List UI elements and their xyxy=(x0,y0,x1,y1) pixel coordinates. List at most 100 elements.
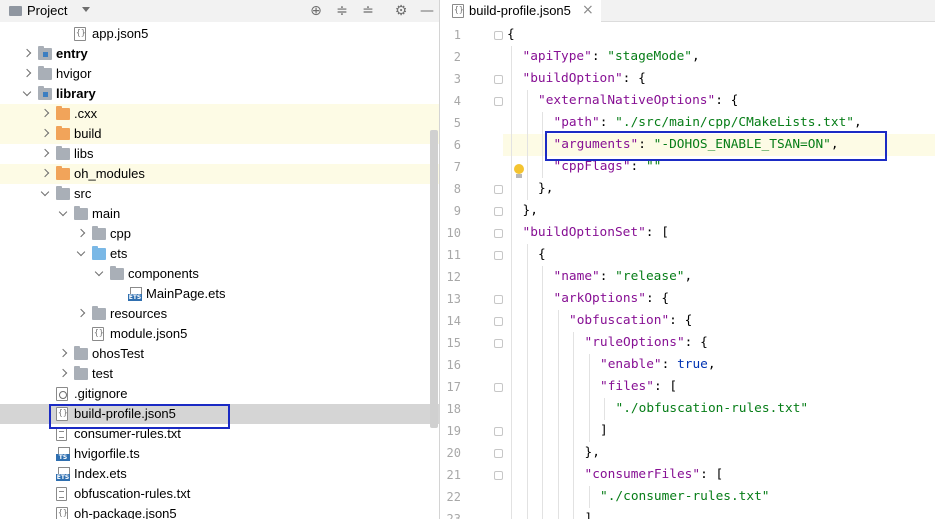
tree-item[interactable]: obfuscation-rules.txt xyxy=(0,484,439,504)
chevron-down-icon[interactable] xyxy=(58,209,68,219)
code-line[interactable]: }, xyxy=(503,178,935,200)
tree-item-label: library xyxy=(56,86,96,101)
chevron-down-icon[interactable] xyxy=(22,89,32,99)
chevron-down-icon[interactable] xyxy=(94,269,104,279)
project-scrollbar[interactable] xyxy=(430,130,438,428)
code-line[interactable]: "buildOptionSet": [ xyxy=(503,222,935,244)
code-line[interactable]: "obfuscation": { xyxy=(503,310,935,332)
folder-icon xyxy=(56,146,70,160)
tree-item[interactable]: oh-package.json5 xyxy=(0,504,439,519)
tree-item[interactable]: src xyxy=(0,184,439,204)
line-number-gutter: 1 2 3 4 5 6 7 8 9 10 11 12 13 14 15 16 17 18 19 20 21 22 23 xyxy=(441,24,524,519)
chevron-right-icon[interactable] xyxy=(58,349,68,359)
fold-marker-icon[interactable] xyxy=(494,97,503,106)
fold-marker-icon[interactable] xyxy=(494,229,503,238)
chevron-right-icon[interactable] xyxy=(40,129,50,139)
tree-item[interactable]: libs xyxy=(0,144,439,164)
tree-item[interactable]: test xyxy=(0,364,439,384)
locate-icon[interactable]: ⊕ xyxy=(307,2,325,20)
tree-item[interactable]: .gitignore xyxy=(0,384,439,404)
tree-item[interactable]: main xyxy=(0,204,439,224)
code-line[interactable]: "files": [ xyxy=(503,376,935,398)
fold-marker-icon[interactable] xyxy=(494,75,503,84)
code-line-content: "consumerFiles": [ xyxy=(585,464,724,486)
fold-marker-icon[interactable] xyxy=(494,295,503,304)
code-line[interactable]: }, xyxy=(503,442,935,464)
code-line[interactable]: "name": "release", xyxy=(503,266,935,288)
tree-item[interactable]: entry xyxy=(0,44,439,64)
chevron-right-icon[interactable] xyxy=(76,309,86,319)
fold-marker-icon[interactable] xyxy=(494,317,503,326)
code-line[interactable]: { xyxy=(503,24,935,46)
tree-item[interactable]: .cxx xyxy=(0,104,439,124)
tree-item[interactable]: ets xyxy=(0,244,439,264)
tree-item[interactable]: cpp xyxy=(0,224,439,244)
folder-icon xyxy=(74,366,88,380)
indent-guide xyxy=(573,398,574,420)
json5-file-icon xyxy=(56,507,68,519)
tree-item-label: build xyxy=(74,126,102,141)
tree-item[interactable]: app.json5 xyxy=(0,24,439,44)
code-line[interactable]: "consumerFiles": [ xyxy=(503,464,935,486)
fold-marker-icon[interactable] xyxy=(494,449,503,458)
code-line[interactable]: "enable": true, xyxy=(503,354,935,376)
tree-item[interactable]: library xyxy=(0,84,439,104)
chevron-right-icon[interactable] xyxy=(22,69,32,79)
tree-item[interactable]: components xyxy=(0,264,439,284)
fold-marker-icon[interactable] xyxy=(494,383,503,392)
tree-item-label: ets xyxy=(110,246,128,261)
code-area[interactable]: {"apiType": "stageMode", "buildOption": {… xyxy=(503,24,935,519)
chevron-down-icon[interactable] xyxy=(82,7,90,12)
expand-all-icon[interactable]: ≑ xyxy=(333,2,351,20)
fold-marker-icon[interactable] xyxy=(494,427,503,436)
fold-marker-icon[interactable] xyxy=(494,31,503,40)
fold-marker-icon[interactable] xyxy=(494,207,503,216)
code-line[interactable]: "apiType": "stageMode", xyxy=(503,46,935,68)
code-line[interactable]: ] xyxy=(503,420,935,442)
code-token: ] xyxy=(584,511,593,519)
code-line[interactable]: "externalNativeOptions": { xyxy=(503,90,935,112)
chevron-right-icon[interactable] xyxy=(76,229,86,239)
tree-item[interactable]: resources xyxy=(0,304,439,324)
gear-icon[interactable]: ⚙ xyxy=(392,2,410,20)
chevron-right-icon[interactable] xyxy=(40,109,50,119)
tree-item[interactable]: ohosTest xyxy=(0,344,439,364)
chevron-right-icon[interactable] xyxy=(22,49,32,59)
close-icon[interactable]: × xyxy=(582,2,594,18)
code-line[interactable]: "./obfuscation-rules.txt" xyxy=(503,398,935,420)
ets-file-icon: ETS xyxy=(128,287,142,301)
code-line[interactable]: ] xyxy=(503,508,935,519)
tree-item-label: libs xyxy=(74,146,94,161)
tree-item[interactable]: oh_modules xyxy=(0,164,439,184)
tree-item[interactable]: ETS Index.ets xyxy=(0,464,439,484)
tree-item[interactable]: build xyxy=(0,124,439,144)
minimize-icon[interactable]: — xyxy=(418,2,436,20)
tab-build-profile[interactable]: build-profile.json5 × xyxy=(441,0,601,22)
fold-marker-icon[interactable] xyxy=(494,185,503,194)
code-line[interactable]: "buildOption": { xyxy=(503,68,935,90)
code-token: , xyxy=(684,269,693,284)
code-line[interactable]: "arkOptions": { xyxy=(503,288,935,310)
fold-marker-icon[interactable] xyxy=(494,471,503,480)
line-number: 3 xyxy=(453,72,461,86)
chevron-down-icon[interactable] xyxy=(76,249,86,259)
tree-item[interactable]: module.json5 xyxy=(0,324,439,344)
code-line[interactable]: }, xyxy=(503,200,935,222)
tree-item[interactable]: ETS MainPage.ets xyxy=(0,284,439,304)
chevron-right-icon[interactable] xyxy=(58,369,68,379)
code-token: "./obfuscation-rules.txt" xyxy=(615,401,809,416)
code-line[interactable]: { xyxy=(503,244,935,266)
tree-item[interactable]: TS hvigorfile.ts xyxy=(0,444,439,464)
fold-marker-icon[interactable] xyxy=(494,251,503,260)
code-line[interactable]: "ruleOptions": { xyxy=(503,332,935,354)
fold-marker-icon[interactable] xyxy=(494,339,503,348)
folder-icon xyxy=(110,266,124,280)
chevron-right-icon[interactable] xyxy=(40,169,50,179)
collapse-all-icon[interactable]: ≐ xyxy=(359,2,377,20)
code-token: ] xyxy=(600,423,608,438)
code-line[interactable]: "./consumer-rules.txt" xyxy=(503,486,935,508)
chevron-down-icon[interactable] xyxy=(40,189,50,199)
project-panel-title[interactable]: Project xyxy=(27,3,67,18)
chevron-right-icon[interactable] xyxy=(40,149,50,159)
tree-item[interactable]: hvigor xyxy=(0,64,439,84)
